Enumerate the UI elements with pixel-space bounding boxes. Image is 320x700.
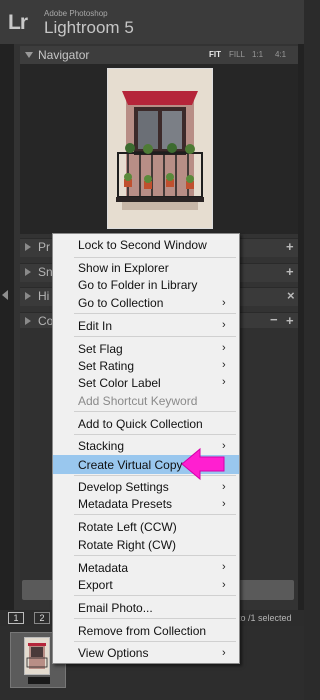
filmstrip-status: to /1 selected (238, 613, 292, 623)
thumbnail-photo (25, 638, 49, 674)
zoom-fit-option[interactable]: FIT (209, 49, 221, 61)
menu-item-email-photo[interactable]: Email Photo... (78, 600, 153, 616)
display-2-button[interactable]: 2 (34, 612, 50, 624)
menu-separator (74, 555, 236, 556)
menu-item-rotate-right[interactable]: Rotate Right (CW) (78, 537, 176, 553)
app-name: Lightroom 5 (44, 18, 134, 37)
panel-label-history: Hi (38, 289, 50, 303)
thumbnail-badges-icon (28, 677, 50, 684)
submenu-arrow-icon: › (222, 579, 226, 591)
menu-item-set-rating[interactable]: Set Rating (78, 358, 134, 374)
menu-item-export[interactable]: Export (78, 577, 113, 593)
submenu-arrow-icon: › (222, 561, 226, 573)
thumbnail-image (24, 637, 50, 675)
menu-item-create-virtual-copy[interactable]: Create Virtual Copy (78, 457, 183, 473)
menu-item-stacking[interactable]: Stacking (78, 438, 124, 454)
menu-item-remove-from-collection[interactable]: Remove from Collection (78, 623, 206, 639)
menu-item-show-in-explorer[interactable]: Show in Explorer (78, 260, 169, 276)
menu-item-rotate-left[interactable]: Rotate Left (CCW) (78, 519, 177, 535)
panel-label-presets: Pr (38, 240, 50, 254)
menu-separator (74, 595, 236, 596)
preview-photo (107, 68, 213, 229)
add-preset-icon[interactable]: + (286, 240, 294, 254)
left-panel-edge[interactable] (0, 44, 14, 610)
submenu-arrow-icon: › (222, 647, 226, 659)
zoom-1-1-option[interactable]: 1:1 (252, 49, 263, 61)
menu-separator (74, 434, 236, 435)
clear-history-icon[interactable]: × (287, 289, 295, 303)
right-panel-edge (298, 44, 304, 610)
menu-separator (74, 514, 236, 515)
menu-separator (74, 336, 236, 337)
menu-item-metadata-presets[interactable]: Metadata Presets (78, 496, 172, 512)
menu-item-edit-in[interactable]: Edit In (78, 318, 112, 334)
collapse-triangle-icon[interactable] (25, 292, 31, 300)
submenu-arrow-icon: › (222, 319, 226, 331)
add-snapshot-icon[interactable]: + (286, 265, 294, 279)
menu-item-go-to-folder[interactable]: Go to Folder in Library (78, 277, 197, 293)
expand-triangle-icon[interactable] (25, 52, 33, 58)
collapse-triangle-icon[interactable] (25, 317, 31, 325)
submenu-arrow-icon: › (222, 376, 226, 388)
menu-item-go-to-collection[interactable]: Go to Collection (78, 295, 163, 311)
menu-item-add-quick-collection[interactable]: Add to Quick Collection (78, 416, 203, 432)
menu-separator (74, 618, 236, 619)
submenu-arrow-icon: › (222, 498, 226, 510)
menu-item-metadata[interactable]: Metadata (78, 560, 128, 576)
zoom-4-1-option[interactable]: 4:1 (275, 49, 286, 61)
submenu-arrow-icon: › (222, 297, 226, 309)
remove-collection-icon[interactable]: − (270, 313, 278, 327)
submenu-arrow-icon: › (222, 342, 226, 354)
add-collection-icon[interactable]: + (286, 314, 294, 328)
menu-item-add-shortcut-keyword: Add Shortcut Keyword (78, 394, 198, 408)
menu-item-lock-second-window[interactable]: Lock to Second Window (78, 237, 207, 253)
zoom-fill-option[interactable]: FILL (229, 49, 245, 61)
menu-item-develop-settings[interactable]: Develop Settings (78, 479, 169, 495)
panel-label-snapshots: Sn (38, 265, 53, 279)
collapse-left-arrow-icon[interactable] (2, 290, 8, 300)
menu-separator (74, 411, 236, 412)
collapse-triangle-icon[interactable] (25, 268, 31, 276)
menu-separator (74, 641, 236, 642)
display-1-button[interactable]: 1 (8, 612, 24, 624)
navigator-title: Navigator (38, 48, 90, 62)
collapse-triangle-icon[interactable] (25, 243, 31, 251)
submenu-arrow-icon: › (222, 359, 226, 371)
pink-arrow-icon (180, 447, 226, 486)
menu-item-view-options[interactable]: View Options (78, 645, 148, 661)
lightroom-logo-icon: Lr (8, 11, 28, 34)
window-balcony-image (108, 69, 212, 228)
menu-item-set-color-label[interactable]: Set Color Label (78, 375, 161, 391)
menu-item-set-flag[interactable]: Set Flag (78, 341, 123, 357)
menu-separator (74, 313, 236, 314)
menu-separator (74, 257, 236, 258)
